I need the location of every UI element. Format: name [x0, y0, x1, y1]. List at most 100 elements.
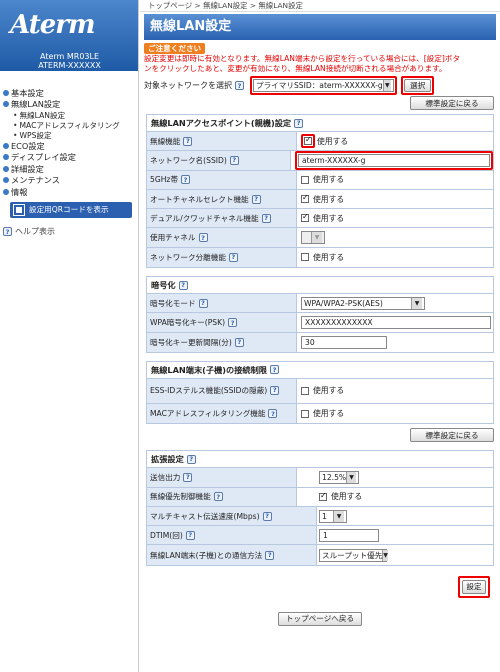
nav-sub-wlan[interactable]: 無線LAN設定	[3, 110, 138, 120]
label-text: DTIM(回)	[150, 530, 183, 540]
help-icon: ?	[3, 227, 12, 236]
caution-text: 設定変更は即時に有効となります。無線LAN端末から設定を行っている場合には、[設…	[144, 54, 498, 74]
help-icon[interactable]: ?	[181, 175, 191, 185]
nav-sub-mac[interactable]: MACアドレスフィルタリング	[3, 120, 138, 130]
setting-row: ネットワーク名(SSID)? aterm-XXXXXX-g	[147, 150, 493, 171]
help-icon[interactable]: ?	[251, 194, 261, 204]
nav-sub-wps[interactable]: WPS設定	[3, 130, 138, 140]
nav-item-advanced[interactable]: 詳細設定	[3, 163, 138, 175]
help-toggle[interactable]: ? ヘルプ表示	[3, 226, 138, 238]
encryption-mode-select[interactable]: WPA/WPA2-PSK(AES) ▼	[301, 296, 425, 310]
label-text: オートチャネルセレクト機能	[150, 194, 249, 204]
tx-power-select[interactable]: 12.5% ▼	[319, 470, 359, 484]
help-icon[interactable]: ?	[183, 472, 193, 482]
help-icon[interactable]: ?	[198, 298, 208, 308]
channel-select[interactable]: ▼	[301, 231, 325, 245]
setting-label: ネットワーク分離機能?	[147, 247, 297, 268]
section-title: 拡張設定?	[147, 451, 493, 469]
set-button-highlight: 設定	[458, 575, 490, 598]
help-icon[interactable]: ?	[269, 365, 279, 375]
help-icon[interactable]: ?	[270, 386, 280, 396]
setting-value: aterm-XXXXXX-g	[291, 150, 493, 170]
setting-row: 使用チャネル? ▼	[147, 228, 493, 248]
setting-row: 送信出力? 12.5% ▼	[147, 468, 493, 488]
nav-item-basic[interactable]: 基本設定	[3, 87, 138, 99]
stealth-checkbox[interactable]	[301, 386, 309, 395]
setting-row: デュアル/クワッドチャネル機能? 使用する	[147, 209, 493, 229]
chevron-down-icon: ▼	[333, 510, 344, 522]
section-title-text: 暗号化	[151, 280, 176, 291]
network-select[interactable]: プライマリSSID：aterm-XXXXXX-g ▼	[253, 79, 394, 92]
bullet-icon	[3, 154, 9, 161]
setting-label: 無線LAN端末(子機)との通信方法?	[147, 545, 317, 565]
nav-item-info[interactable]: 情報	[3, 186, 138, 198]
multicast-rate-value: 1	[322, 511, 327, 521]
isolation-checkbox[interactable]	[301, 253, 309, 262]
help-icon[interactable]: ?	[268, 409, 278, 419]
qr-code-button[interactable]: 設定用QRコードを表示	[10, 201, 132, 218]
reset-default-button[interactable]: 標準設定に戻る	[410, 96, 494, 110]
comm-method-select[interactable]: スループット優先 ▼	[319, 548, 388, 562]
section-title: 無線LANアクセスポイント(親機)設定?	[147, 115, 493, 132]
setting-value: 12.5% ▼	[297, 468, 493, 486]
encryption-mode-value: WPA/WPA2-PSK(AES)	[304, 298, 383, 308]
help-icon[interactable]: ?	[235, 81, 244, 90]
setting-label: 暗号化モード?	[147, 294, 297, 313]
nav-label: 無線LAN設定	[11, 99, 61, 110]
set-button[interactable]: 設定	[462, 579, 486, 594]
help-icon[interactable]: ?	[262, 511, 272, 521]
dual-channel-checkbox[interactable]	[301, 212, 309, 223]
page-title: 無線LAN設定	[144, 14, 496, 40]
help-icon[interactable]: ?	[183, 136, 193, 146]
setting-value: 使用する	[297, 488, 493, 506]
help-icon[interactable]: ?	[229, 155, 239, 165]
help-icon[interactable]: ?	[198, 233, 208, 243]
help-icon[interactable]: ?	[234, 337, 244, 347]
multicast-rate-select[interactable]: 1 ▼	[319, 509, 347, 523]
reset-default-button[interactable]: 標準設定に戻る	[410, 428, 494, 443]
nav-item-wlan[interactable]: 無線LAN設定	[3, 99, 138, 111]
help-icon[interactable]: ?	[265, 550, 275, 560]
help-icon[interactable]: ?	[185, 530, 195, 540]
wireless-checkbox[interactable]	[304, 135, 312, 146]
label-text: 無線LAN端末(子機)との通信方法	[150, 550, 263, 560]
device-name: ATERM-XXXXXX	[38, 61, 101, 70]
priority-checkbox[interactable]	[319, 491, 327, 501]
bullet-icon	[3, 188, 9, 195]
encryption-section: 暗号化? 暗号化モード? WPA/WPA2-PSK(AES) ▼ WPA暗号化キー…	[146, 276, 494, 353]
setting-row: MACアドレスフィルタリング機能? 使用する	[147, 403, 493, 424]
sidebar: Aterm Aterm MR03LE ATERM-XXXXXX 基本設定 無線L…	[0, 0, 139, 672]
caution-line: 設定変更は即時に有効となります。無線LAN端末から設定を行っている場合には、[設…	[144, 54, 460, 63]
help-icon[interactable]: ?	[186, 454, 196, 464]
chevron-down-icon: ▼	[346, 471, 356, 483]
back-to-top-button[interactable]: トップページへ戻る	[278, 611, 362, 626]
top-row: トップページへ戻る	[140, 611, 500, 626]
setting-row: マルチキャスト伝送速度(Mbps)? 1 ▼	[147, 506, 493, 527]
nav-label: メンテナンス	[11, 175, 60, 186]
help-icon[interactable]: ?	[294, 118, 304, 128]
checkbox-text: 使用する	[313, 252, 345, 262]
help-icon[interactable]: ?	[228, 252, 238, 262]
dtim-input[interactable]: 1	[319, 528, 379, 542]
label-text: マルチキャスト伝送速度(Mbps)	[150, 511, 260, 521]
checkbox-highlight	[301, 134, 315, 149]
reset-row: 標準設定に戻る	[140, 96, 494, 110]
help-icon[interactable]: ?	[178, 280, 188, 290]
setting-value: WPA/WPA2-PSK(AES) ▼	[297, 294, 493, 312]
key-interval-input[interactable]: 30	[301, 335, 387, 349]
label-text: ネットワーク分離機能	[150, 252, 226, 262]
help-icon[interactable]: ?	[261, 213, 271, 223]
nav-item-maintenance[interactable]: メンテナンス	[3, 175, 138, 187]
mac-filter-checkbox[interactable]	[301, 409, 309, 418]
select-button[interactable]: 選択	[404, 79, 432, 92]
nav-item-eco[interactable]: ECO設定	[3, 140, 138, 152]
nav-item-display[interactable]: ディスプレイ設定	[3, 152, 138, 164]
auto-channel-checkbox[interactable]	[301, 193, 309, 204]
psk-input[interactable]: XXXXXXXXXXXXX	[301, 316, 491, 330]
5ghz-checkbox[interactable]	[301, 175, 309, 184]
help-icon[interactable]: ?	[228, 318, 238, 328]
bullet-icon	[3, 142, 9, 149]
checkbox-text: 使用する	[331, 492, 363, 502]
ssid-input[interactable]: aterm-XXXXXX-g	[298, 153, 490, 167]
help-icon[interactable]: ?	[213, 492, 223, 502]
